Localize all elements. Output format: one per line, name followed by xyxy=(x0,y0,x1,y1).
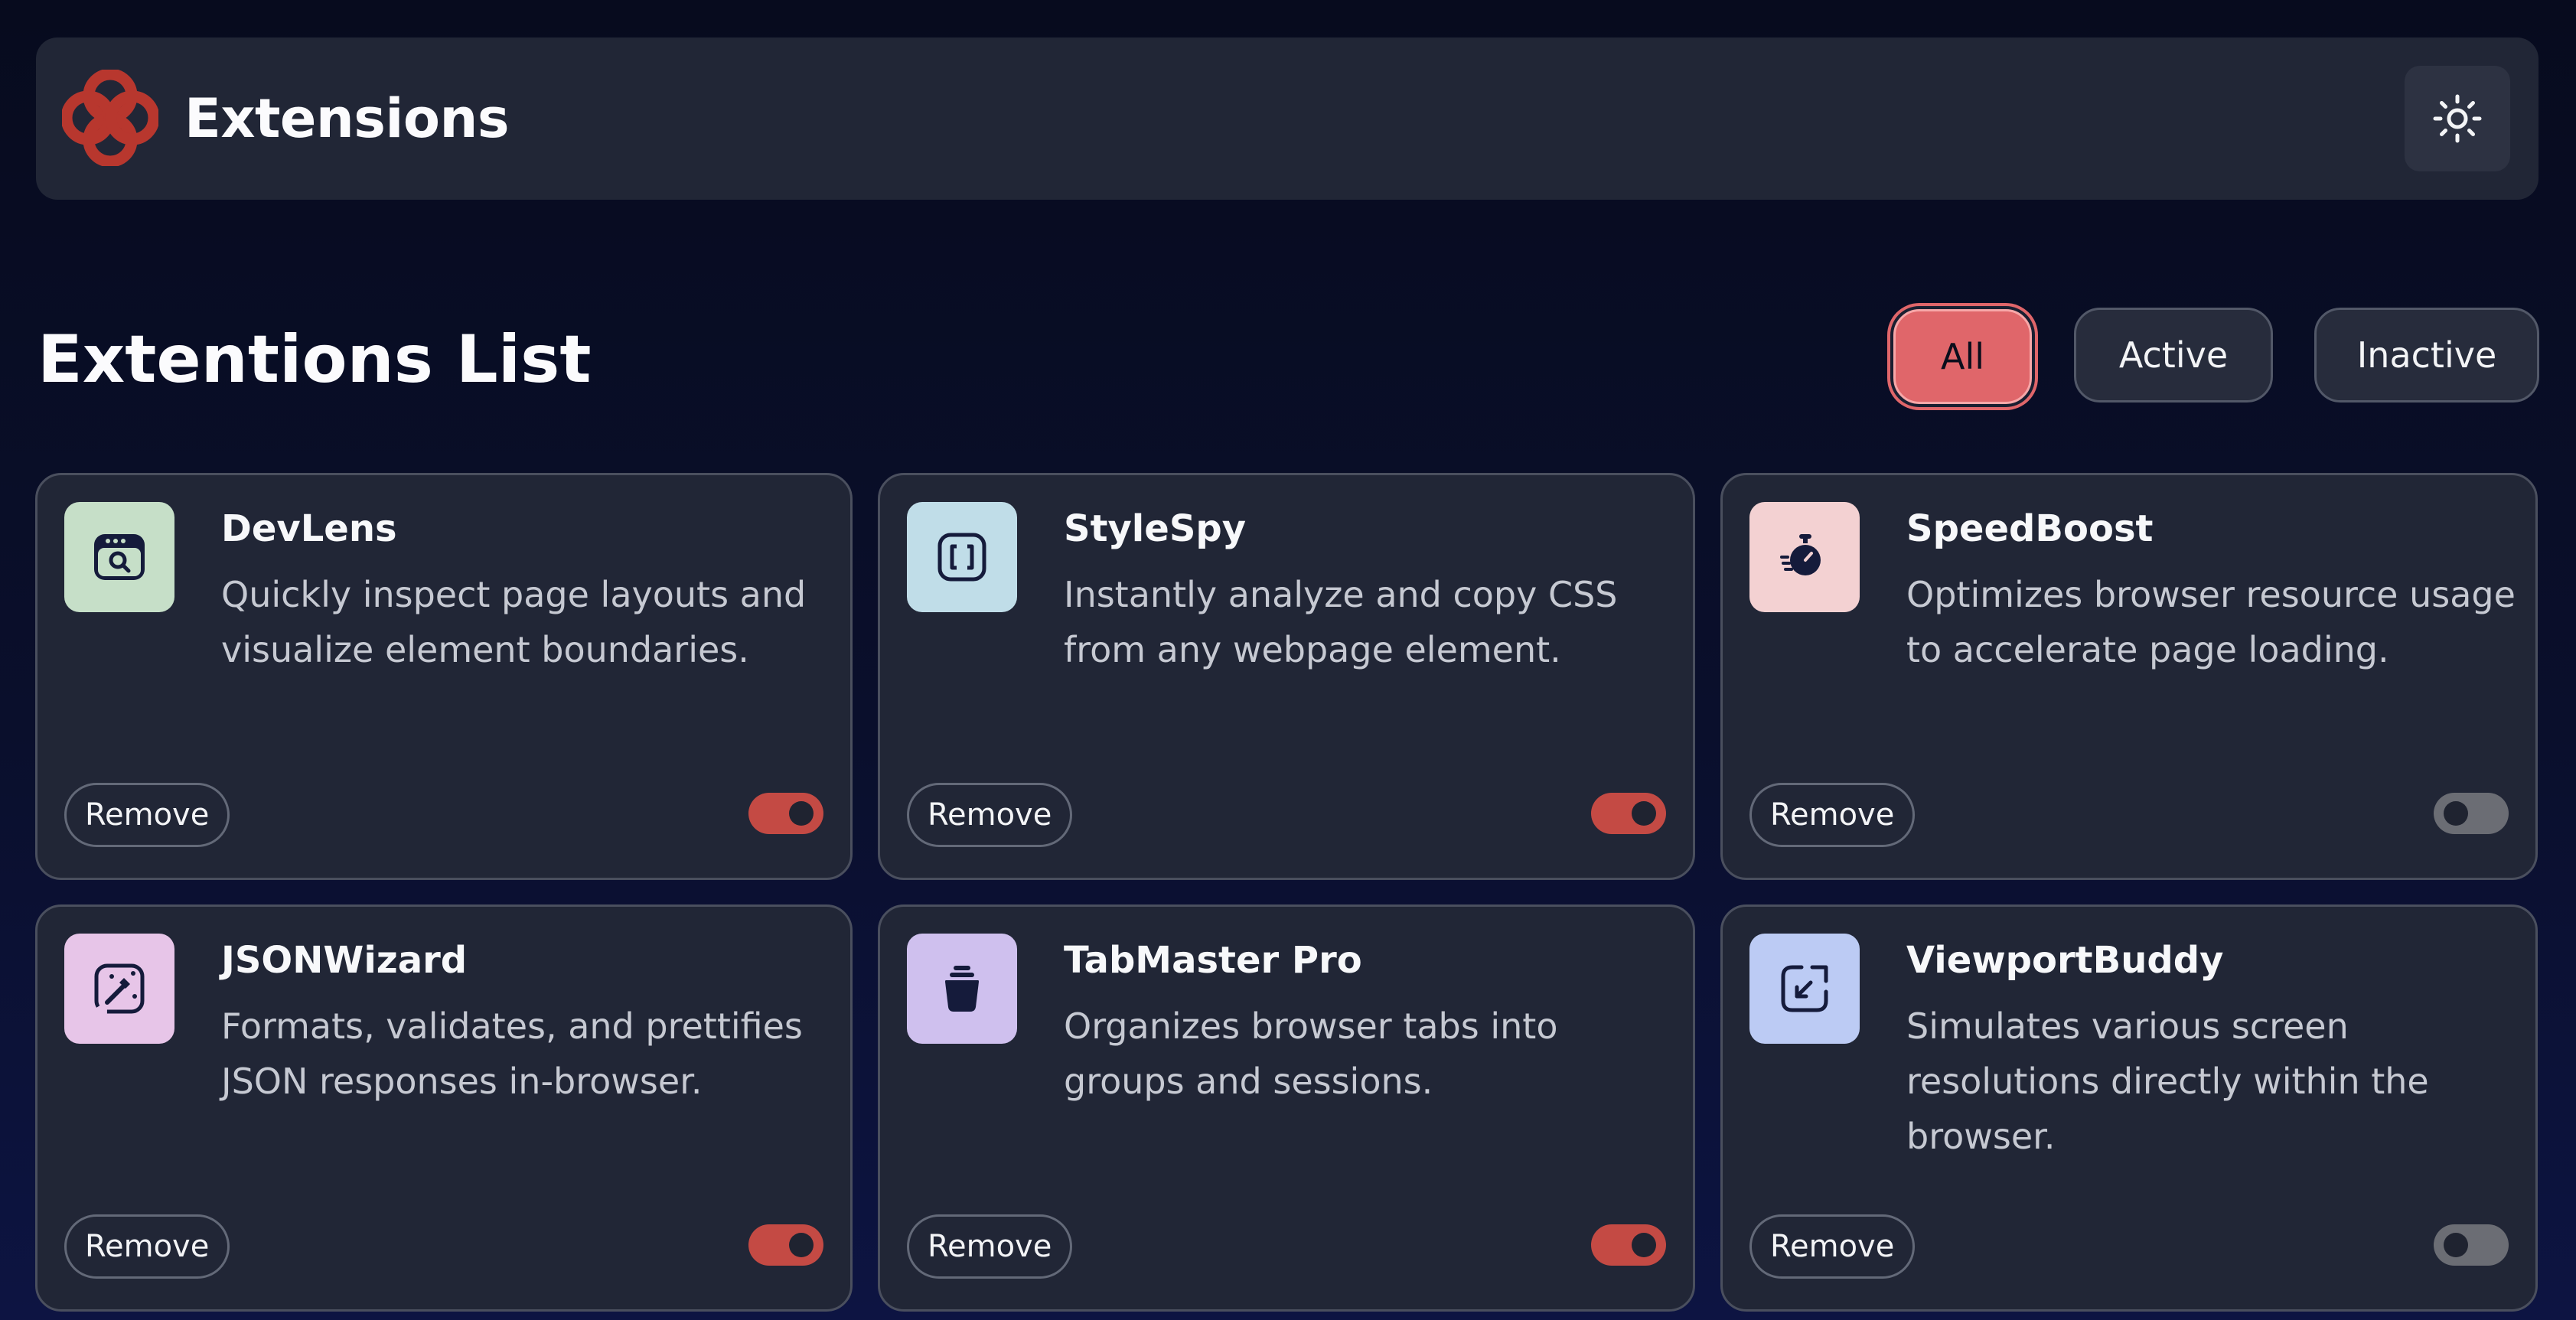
toggle-knob xyxy=(789,1233,814,1257)
active-toggle[interactable] xyxy=(748,793,823,834)
browser-search-icon xyxy=(64,502,174,612)
extension-name: StyleSpy xyxy=(1064,507,1247,550)
extension-name: JSONWizard xyxy=(221,939,468,982)
toggle-knob xyxy=(1632,801,1656,826)
extension-card-stylespy: StyleSpy Instantly analyze and copy CSS … xyxy=(878,473,1695,880)
stopwatch-icon xyxy=(1749,502,1860,612)
filter-all-button[interactable]: All xyxy=(1893,309,2032,404)
extension-description: Simulates various screen resolutions dir… xyxy=(1906,1005,2429,1157)
active-toggle[interactable] xyxy=(2434,1224,2509,1266)
remove-button[interactable]: Remove xyxy=(64,1214,230,1279)
extension-name: TabMaster Pro xyxy=(1064,939,1362,982)
brand-title: Extensions xyxy=(184,87,510,150)
extension-description: Quickly inspect page layouts and visuali… xyxy=(221,574,807,670)
toggle-knob xyxy=(1632,1233,1656,1257)
jar-icon xyxy=(907,934,1017,1044)
toggle-knob xyxy=(2444,1233,2468,1257)
extension-card-speedboost: SpeedBoost Optimizes browser resource us… xyxy=(1720,473,2538,880)
resize-arrow-icon xyxy=(1749,934,1860,1044)
brackets-icon xyxy=(907,502,1017,612)
remove-button[interactable]: Remove xyxy=(1749,1214,1916,1279)
toggle-knob xyxy=(789,801,814,826)
magic-wand-icon xyxy=(64,934,174,1044)
filter-active-button[interactable]: Active xyxy=(2074,308,2273,403)
extension-card-tabmaster-pro: TabMaster Pro Organizes browser tabs int… xyxy=(878,904,1695,1312)
extension-description: Formats, validates, and prettifies JSON … xyxy=(221,1005,803,1102)
theme-toggle-button[interactable] xyxy=(2405,66,2510,171)
remove-button[interactable]: Remove xyxy=(907,783,1073,847)
extension-description: Organizes browser tabs into groups and s… xyxy=(1064,1005,1558,1102)
active-toggle[interactable] xyxy=(748,1224,823,1266)
extension-name: ViewportBuddy xyxy=(1906,939,2224,982)
active-toggle[interactable] xyxy=(1591,793,1666,834)
remove-button[interactable]: Remove xyxy=(1749,783,1916,847)
remove-button[interactable]: Remove xyxy=(907,1214,1073,1279)
extension-name: DevLens xyxy=(221,507,397,550)
toggle-knob xyxy=(2444,801,2468,826)
page-title: Extentions List xyxy=(37,321,592,398)
extension-card-devlens: DevLens Quickly inspect page layouts and… xyxy=(35,473,853,880)
extension-card-jsonwizard: JSONWizard Formats, validates, and prett… xyxy=(35,904,853,1312)
sun-icon xyxy=(2433,94,2482,143)
extension-description: Optimizes browser resource usage to acce… xyxy=(1906,574,2516,670)
remove-button[interactable]: Remove xyxy=(64,783,230,847)
logo-icon xyxy=(62,70,158,166)
active-toggle[interactable] xyxy=(2434,793,2509,834)
extension-card-viewportbuddy: ViewportBuddy Simulates various screen r… xyxy=(1720,904,2538,1312)
filter-inactive-button[interactable]: Inactive xyxy=(2314,308,2539,403)
app-header: Extensions xyxy=(36,37,2539,200)
extension-name: SpeedBoost xyxy=(1906,507,2154,550)
extension-description: Instantly analyze and copy CSS from any … xyxy=(1064,574,1618,670)
active-toggle[interactable] xyxy=(1591,1224,1666,1266)
